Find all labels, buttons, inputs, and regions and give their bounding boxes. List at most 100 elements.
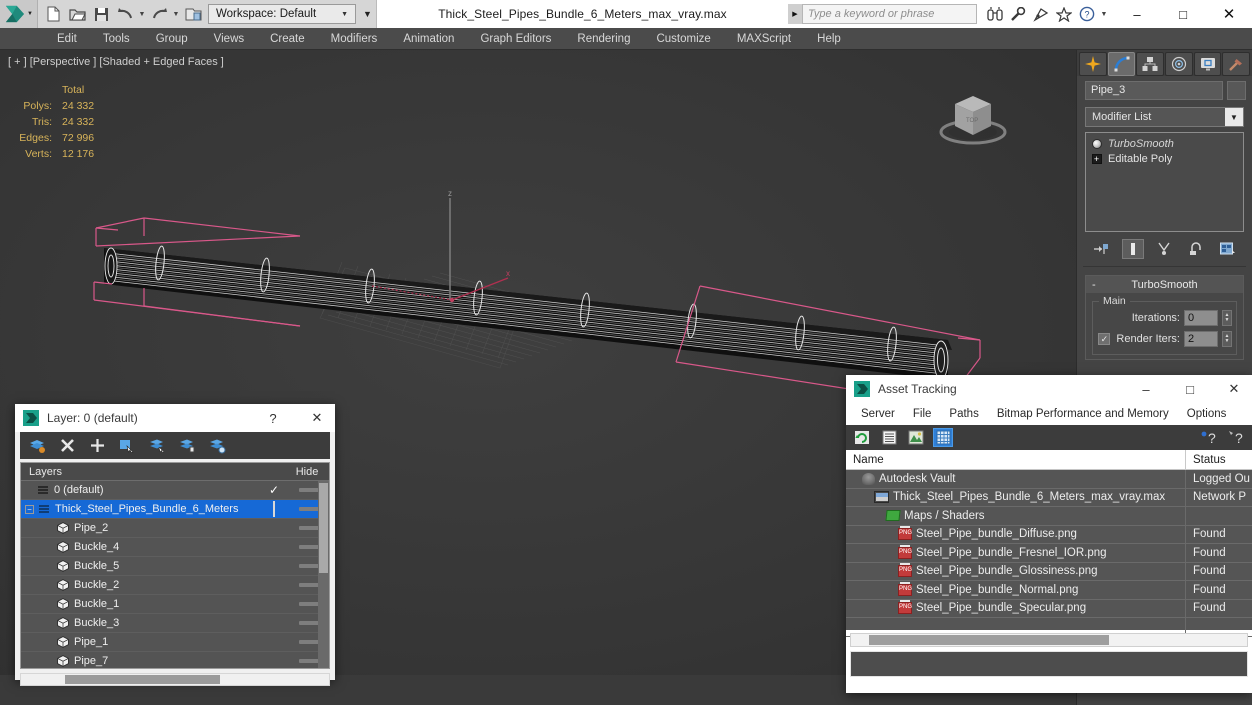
asset-row-specular-png[interactable]: PNG Steel_Pipe_bundle_Specular.png Found [846,599,1252,618]
select-highlighted-objects-icon[interactable] [148,436,167,455]
open-file-icon[interactable] [66,3,88,25]
binoculars-icon[interactable] [985,4,1005,24]
minimize-button[interactable]: – [1114,0,1160,28]
layer-dialog[interactable]: Layer: 0 (default) ? ✕ Layers Hide 0 (de… [15,404,335,686]
redo-dropdown-caret-icon[interactable]: ▼ [172,11,180,18]
menu-item-graph-editors[interactable]: Graph Editors [467,28,564,50]
layer-list-hscroll-thumb[interactable] [65,675,220,684]
modifier-list-dropdown[interactable]: Modifier List ▼ [1085,107,1244,127]
asset-row-vault[interactable]: Autodesk Vault Logged Ou [846,470,1252,489]
configure-modifier-sets-icon[interactable] [1217,239,1239,259]
menu-item-maxscript[interactable]: MAXScript [724,28,804,50]
layer-row-object[interactable]: Buckle_2 [21,576,329,595]
layer-list-scroll-thumb[interactable] [319,483,328,573]
object-name-field[interactable]: Pipe_3 [1085,81,1223,100]
list-view-icon[interactable] [879,428,899,447]
iterations-spinner[interactable]: ▲ ▼ [1222,310,1232,326]
add-selected-to-layer-icon[interactable] [208,436,227,455]
help-icon[interactable]: ? [1077,4,1097,24]
context-help-icon[interactable]: ? [1226,428,1246,447]
refresh-icon[interactable] [852,428,872,447]
workspace-dropdown-caret-icon[interactable]: ▼ [338,11,351,18]
help-dropdown-caret-icon[interactable]: ▼ [1100,11,1108,18]
layer-list-vertical-scrollbar[interactable] [318,481,329,668]
asset-minimize-button[interactable]: – [1128,375,1164,403]
hierarchy-tab[interactable] [1136,52,1165,76]
show-end-result-icon[interactable] [1121,239,1144,259]
rollout-header[interactable]: - TurboSmooth [1086,276,1243,293]
layer-active-check[interactable] [259,501,289,517]
add-layer-icon[interactable] [88,436,107,455]
layer-row-object[interactable]: Pipe_7 [21,652,329,668]
menu-item-help[interactable]: Help [804,28,854,50]
star-icon[interactable] [1054,4,1074,24]
menu-item-create[interactable]: Create [257,28,318,50]
asset-column-status[interactable]: Status [1186,454,1252,466]
layer-row-object[interactable]: Buckle_5 [21,557,329,576]
close-button[interactable]: ✕ [1206,0,1252,28]
object-color-swatch[interactable] [1227,81,1246,100]
asset-row-normal-png[interactable]: PNG Steel_Pipe_bundle_Normal.png Found [846,581,1252,600]
modifier-stack[interactable]: TurboSmooth + Editable Poly [1085,132,1244,232]
wrench-icon[interactable] [1008,4,1028,24]
layer-dialog-close-button[interactable]: ✕ [299,404,335,432]
help-question-icon[interactable]: ? [1199,428,1219,447]
asset-table-horizontal-scrollbar[interactable] [850,633,1248,647]
layer-row-object[interactable]: Pipe_2 [21,519,329,538]
satellite-icon[interactable] [1031,4,1051,24]
asset-menu-paths[interactable]: Paths [940,408,987,420]
modify-tab[interactable] [1107,52,1136,76]
menu-item-views[interactable]: Views [201,28,257,50]
layer-rows[interactable]: 0 (default) ✓ − Thick_Steel_Pipes_Bundle… [21,481,329,668]
select-objects-in-layer-icon[interactable] [118,436,137,455]
layer-active-check[interactable]: ✓ [259,483,289,497]
menu-item-edit[interactable]: Edit [44,28,90,50]
iterations-input[interactable]: 0 [1184,310,1218,326]
grid-view-icon[interactable] [933,428,953,447]
render-iters-checkbox[interactable]: ✓ [1098,333,1111,345]
modifier-stack-item-turbosmooth[interactable]: TurboSmooth [1086,136,1243,151]
layer-list[interactable]: Layers Hide 0 (default) ✓ − Thick_Steel_… [20,462,330,669]
layer-row-object[interactable]: Buckle_1 [21,595,329,614]
asset-menu-file[interactable]: File [904,408,941,420]
menu-item-rendering[interactable]: Rendering [564,28,643,50]
asset-column-name[interactable]: Name [846,449,1186,470]
render-iters-input[interactable]: 2 [1184,331,1218,347]
workspace-selector[interactable]: Workspace: Default ▼ [208,4,356,24]
asset-table-hscroll-thumb[interactable] [869,635,1109,645]
layer-dialog-help-button[interactable]: ? [255,404,291,432]
modifier-stack-item-editable-poly[interactable]: + Editable Poly [1086,151,1243,166]
asset-table[interactable]: Name Status Autodesk Vault Logged Ou Thi… [846,449,1252,637]
search-expand-icon[interactable]: ▶ [788,4,802,24]
redo-icon[interactable] [148,3,170,25]
asset-row-glossiness-png[interactable]: PNG Steel_Pipe_bundle_Glossiness.png Fou… [846,562,1252,581]
asset-row-diffuse-png[interactable]: PNG Steel_Pipe_bundle_Diffuse.png Found [846,525,1252,544]
asset-tracking-dialog[interactable]: Asset Tracking – □ ✕ Server File Paths B… [846,375,1252,693]
asset-row-maps-shaders[interactable]: Maps / Shaders [846,507,1252,526]
viewport-label[interactable]: [ + ] [Perspective ] [Shaded + Edged Fac… [8,56,224,68]
new-file-icon[interactable] [42,3,64,25]
layer-row-default[interactable]: 0 (default) ✓ [21,481,329,500]
asset-maximize-button[interactable]: □ [1172,375,1208,403]
menu-item-customize[interactable]: Customize [643,28,723,50]
rollout-collapse-icon[interactable]: - [1092,279,1096,291]
search-input[interactable]: Type a keyword or phrase [802,4,977,24]
layer-row-object[interactable]: Pipe_1 [21,633,329,652]
delete-layer-icon[interactable] [58,436,77,455]
save-file-icon[interactable] [90,3,112,25]
maximize-button[interactable]: □ [1160,0,1206,28]
3ds-max-logo-button[interactable]: ▼ [0,0,38,28]
undo-dropdown-caret-icon[interactable]: ▼ [138,11,146,18]
menu-item-group[interactable]: Group [143,28,201,50]
layer-row-object[interactable]: Buckle_4 [21,538,329,557]
layer-row-thick-steel-pipes[interactable]: − Thick_Steel_Pipes_Bundle_6_Meters [21,500,329,519]
chevron-down-icon[interactable]: ▼ [1225,108,1243,126]
highlight-selected-objects-icon[interactable] [178,436,197,455]
asset-close-button[interactable]: ✕ [1216,375,1252,403]
display-tab[interactable] [1193,52,1222,76]
pin-stack-icon[interactable] [1090,239,1112,259]
undo-icon[interactable] [114,3,136,25]
render-iters-spinner[interactable]: ▲ ▼ [1222,331,1232,347]
motion-tab[interactable] [1165,52,1193,76]
menu-item-modifiers[interactable]: Modifiers [318,28,391,50]
